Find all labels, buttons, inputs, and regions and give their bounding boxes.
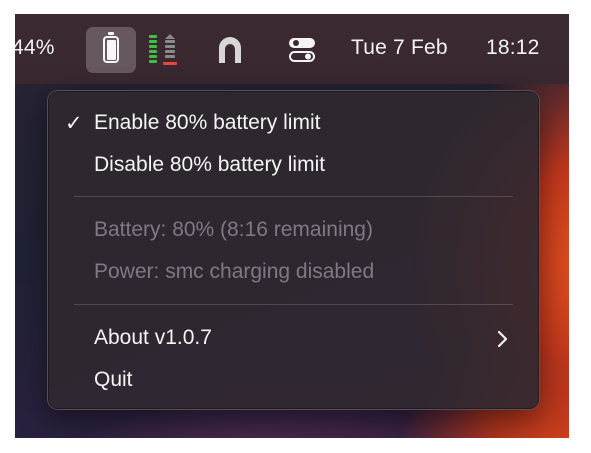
battery-percentage: 44%	[15, 36, 55, 59]
menu-separator	[74, 196, 513, 197]
menu-item-disable-limit[interactable]: Disable 80% battery limit	[48, 148, 539, 184]
shield-arch-icon[interactable]	[216, 34, 244, 64]
menu-info-battery: Battery: 80% (8:16 remaining)	[48, 213, 539, 249]
menu-item-quit[interactable]: Quit	[48, 363, 539, 399]
menubar-time[interactable]: 18:12	[486, 36, 540, 60]
menubar-date[interactable]: Tue 7 Feb	[351, 36, 448, 60]
battery-status-text: Battery: 80% (8:16 remaining)	[94, 218, 373, 241]
chevron-right-icon	[497, 330, 508, 348]
menu-bar: 44% Tue 7 Feb 18:12	[15, 14, 569, 84]
meter-icon[interactable]	[147, 34, 181, 68]
battery-dropdown-menu: ✓ Enable 80% battery limit Disable 80% b…	[47, 90, 540, 410]
power-status-text: Power: smc charging disabled	[94, 260, 375, 283]
checkmark-icon: ✓	[65, 112, 83, 135]
menu-item-label: Disable 80% battery limit	[94, 153, 326, 176]
menu-item-label: About v1.0.7	[94, 326, 212, 349]
menu-item-about[interactable]: About v1.0.7	[48, 321, 539, 357]
menu-item-label: Enable 80% battery limit	[94, 111, 321, 134]
menu-info-power: Power: smc charging disabled	[48, 255, 539, 291]
battery-icon	[103, 32, 119, 63]
menu-item-label: Quit	[94, 368, 133, 391]
battery-status-item[interactable]	[86, 27, 136, 73]
menu-separator	[74, 304, 513, 305]
desktop-screenshot: 44% Tue 7 Feb 18:12 ✓ Enable 80% battery…	[15, 14, 569, 438]
control-center-icon[interactable]	[288, 37, 316, 63]
menu-item-enable-limit[interactable]: ✓ Enable 80% battery limit	[48, 106, 539, 142]
